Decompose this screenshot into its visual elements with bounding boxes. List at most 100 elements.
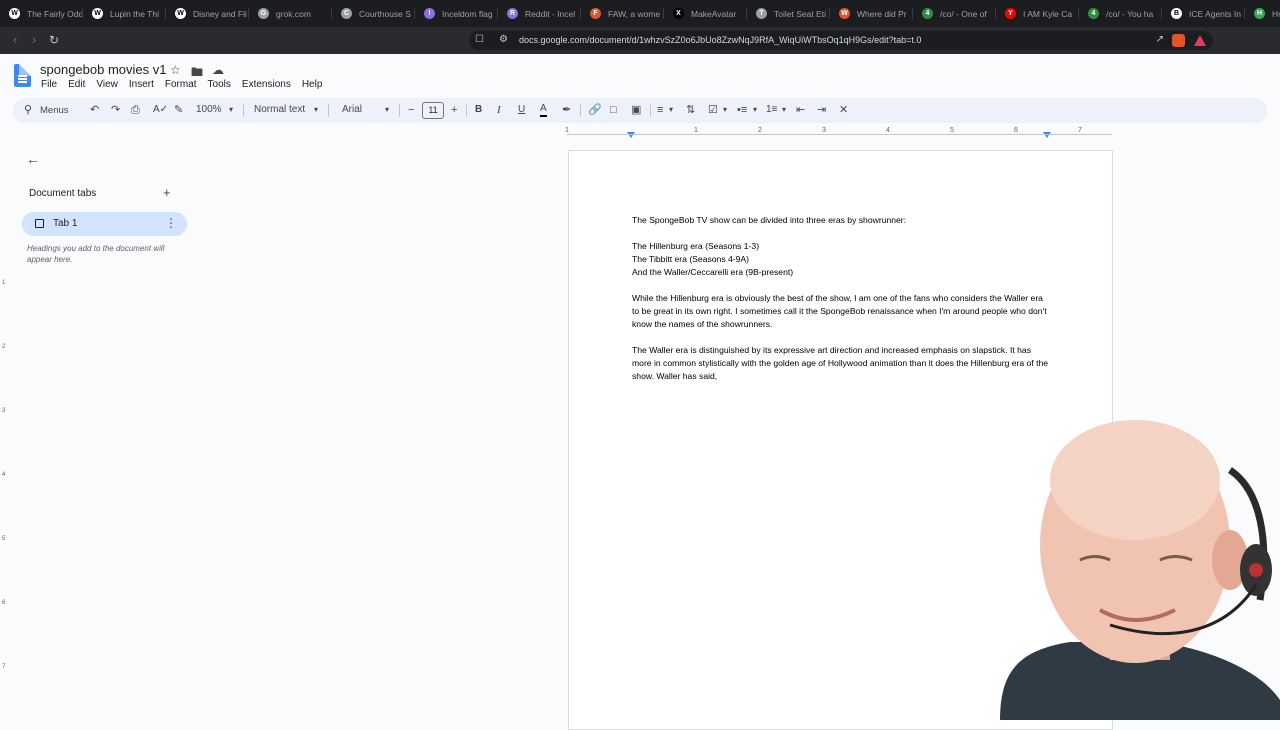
bullet-chevron-down-icon[interactable]: ▾	[753, 103, 757, 117]
style-chevron-down-icon[interactable]: ▾	[314, 103, 318, 117]
browser-tab[interactable]: W Lupin the Thi	[83, 0, 166, 27]
more-options-icon[interactable]: ⋮	[165, 216, 177, 230]
browser-tab[interactable]: 4/co/ - One of	[913, 0, 996, 27]
favicon-icon: W	[9, 8, 20, 19]
ruler-number: 4	[886, 127, 890, 134]
browser-tab[interactable]: Y I AM Kyle Ca	[996, 0, 1079, 27]
increase-indent-icon[interactable]: ⇥	[817, 103, 826, 117]
numbered-list-icon[interactable]: 1≡	[766, 103, 777, 117]
browser-tab[interactable]: C Courthouse S	[332, 0, 415, 27]
browser-tab[interactable]: F FAW, a wome	[581, 0, 664, 27]
increase-font-size-icon[interactable]: +	[451, 103, 457, 117]
menu-item[interactable]: Extensions	[242, 79, 291, 90]
browser-tab[interactable]: H Hom	[1245, 0, 1280, 27]
decrease-indent-icon[interactable]: ⇤	[796, 103, 805, 117]
add-comment-icon[interactable]: □	[610, 103, 617, 117]
ruler-number: 3	[2, 408, 6, 414]
site-info-icon[interactable]: ⚙	[499, 34, 508, 45]
brave-rewards-icon[interactable]	[1194, 35, 1206, 46]
search-icon: ⚲	[24, 104, 33, 116]
back-nav-icon[interactable]: ‹	[8, 33, 22, 47]
bold-icon[interactable]: B	[475, 103, 482, 117]
browser-tab-title: Courthouse S	[359, 8, 411, 19]
forward-nav-icon[interactable]: ›	[27, 33, 41, 47]
paragraph-style-select[interactable]: Normal text	[254, 103, 305, 117]
insert-link-icon[interactable]: 🔗	[588, 103, 602, 117]
browser-tab-title: /co/ - One of	[940, 8, 987, 19]
browser-tab[interactable]: W Disney and Fli	[166, 0, 249, 27]
font-size-input[interactable]: 11	[422, 102, 444, 119]
bookmark-icon[interactable]: ☐	[475, 34, 484, 45]
paint-format-icon[interactable]: ✎	[174, 103, 183, 117]
ruler-number: 5	[950, 127, 954, 134]
spellcheck-icon[interactable]: A✓	[153, 103, 168, 117]
decrease-font-size-icon[interactable]: −	[408, 103, 414, 117]
align-chevron-down-icon[interactable]: ▾	[669, 103, 673, 117]
add-tab-icon[interactable]: +	[163, 185, 171, 200]
text-color-icon[interactable]: A	[540, 103, 547, 117]
browser-tab[interactable]: X MakeAvatar	[664, 0, 747, 27]
divider	[650, 104, 651, 117]
browser-tab[interactable]: R Reddit - Incel	[498, 0, 581, 27]
menu-item[interactable]: File	[41, 79, 57, 90]
address-bar[interactable]: ☐ ⚙ docs.google.com/document/d/1whzvSzZ0…	[469, 31, 1213, 50]
zoom-select[interactable]: 100%	[196, 103, 222, 117]
font-chevron-down-icon[interactable]: ▾	[385, 103, 389, 117]
menu-item[interactable]: Insert	[129, 79, 154, 90]
checklist-chevron-down-icon[interactable]: ▾	[723, 103, 727, 117]
number-chevron-down-icon[interactable]: ▾	[782, 103, 786, 117]
print-icon[interactable]: ⎙	[131, 103, 140, 117]
checklist-icon[interactable]: ☑	[708, 103, 718, 117]
zoom-chevron-down-icon[interactable]: ▾	[229, 103, 233, 117]
star-icon[interactable]: ☆	[170, 63, 181, 77]
menu-item[interactable]: Help	[302, 79, 323, 90]
redo-icon[interactable]: ↷	[111, 103, 120, 117]
share-icon[interactable]: ↗	[1156, 34, 1164, 45]
ruler-number: 6	[2, 600, 6, 606]
undo-icon[interactable]: ↶	[90, 103, 99, 117]
browser-tab[interactable]: I Inceldom flag	[415, 0, 498, 27]
menu-item[interactable]: Format	[165, 79, 197, 90]
search-menus[interactable]: ⚲ Menus	[18, 100, 80, 121]
line-spacing-icon[interactable]: ⇅	[686, 103, 695, 117]
document-title[interactable]: spongebob movies v1	[40, 62, 166, 77]
browser-tab[interactable]: T Toilet Seat Eti	[747, 0, 830, 27]
browser-tab[interactable]: W Where did Pr	[830, 0, 913, 27]
browser-tab[interactable]: B ICE Agents In	[1162, 0, 1245, 27]
tab-1[interactable]: Tab 1 ⋮	[22, 212, 187, 236]
highlight-icon[interactable]: ✒	[562, 103, 571, 117]
favicon-icon: H	[1254, 8, 1265, 19]
brave-shield-icon[interactable]	[1172, 34, 1185, 47]
docs-logo-icon[interactable]	[14, 64, 31, 87]
favicon-icon: R	[507, 8, 518, 19]
insert-image-icon[interactable]: ▣	[631, 103, 641, 117]
bulleted-list-icon[interactable]: •≡	[737, 103, 747, 117]
cloud-status-icon[interactable]: ☁	[212, 63, 224, 77]
paragraph: The Waller era is distinguished by its e…	[632, 345, 1049, 381]
browser-tab[interactable]: W The Fairly Odd	[0, 0, 83, 27]
reload-icon[interactable]: ↻	[47, 33, 61, 47]
browser-tab-title: Reddit - Incel	[525, 8, 576, 19]
browser-tab-title: Disney and Fli	[193, 8, 247, 19]
browser-tab[interactable]: Ggrok.com	[249, 0, 332, 27]
clear-formatting-icon[interactable]: ✕	[839, 103, 848, 117]
menu-item[interactable]: View	[96, 79, 118, 90]
outline-hint: Headings you add to the document will ap…	[27, 244, 165, 264]
editing-toolbar: ⚲ Menus ↶ ↷ ⎙ A✓ ✎ 100% ▾ Normal text ▾ …	[13, 98, 1267, 123]
url-text[interactable]: docs.google.com/document/d/1whzvSzZ0o6Jb…	[519, 35, 921, 45]
font-select[interactable]: Arial	[342, 103, 362, 117]
menu-item[interactable]: Tools	[208, 79, 231, 90]
divider	[243, 104, 244, 117]
menu-item[interactable]: Edit	[68, 79, 85, 90]
italic-icon[interactable]: I	[497, 103, 501, 117]
document-body[interactable]: The SpongeBob TV show can be divided int…	[632, 214, 1052, 383]
ruler-number: 2	[2, 344, 6, 350]
tab-1-label: Tab 1	[53, 218, 78, 229]
underline-icon[interactable]: U	[518, 103, 525, 117]
vertical-ruler[interactable]: 1 2 3 4 5 6 7	[0, 140, 10, 720]
ruler-number: 6	[1014, 127, 1018, 134]
back-arrow-icon[interactable]: ←	[26, 151, 40, 167]
align-icon[interactable]: ≡	[657, 103, 663, 117]
favicon-icon: W	[175, 8, 186, 19]
browser-tab[interactable]: 4/co/ - You ha	[1079, 0, 1162, 27]
